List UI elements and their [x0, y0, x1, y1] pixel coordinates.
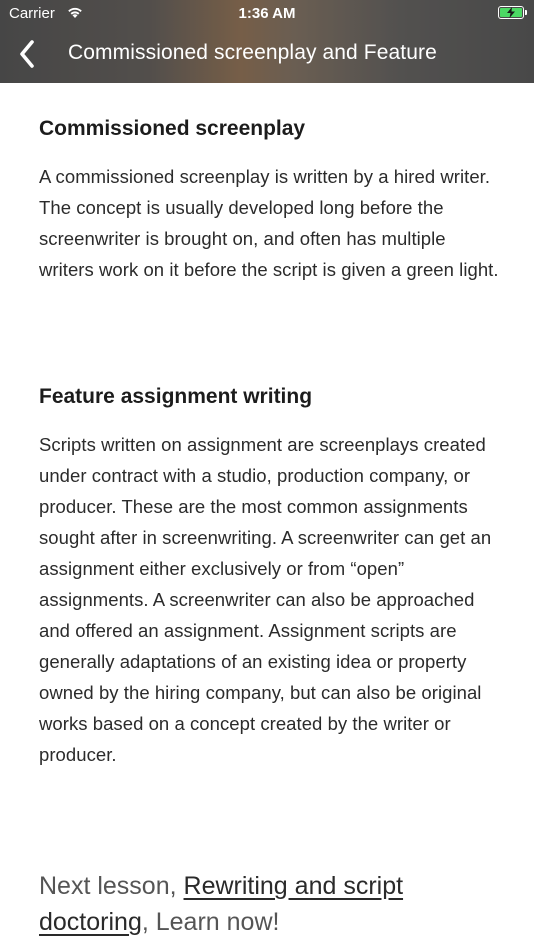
- section-heading: Commissioned screenplay: [39, 117, 306, 140]
- battery-icon: [498, 6, 527, 19]
- status-bar: Carrier 1:36 AM: [0, 0, 534, 28]
- header-bar: Carrier 1:36 AM Commissioned screenplay …: [0, 0, 534, 83]
- charging-bolt-icon: [507, 7, 515, 18]
- status-time: 1:36 AM: [238, 5, 296, 22]
- page-title: Commissioned screenplay and Feature: [68, 41, 437, 64]
- chevron-left-icon: [20, 40, 34, 68]
- section-body: Scripts written on assignment are screen…: [39, 434, 492, 765]
- next-lesson-prefix: Next lesson,: [39, 872, 184, 900]
- next-lesson-prompt: Next lesson, Rewriting and script doctor…: [39, 868, 509, 940]
- section-heading: Feature assignment writing: [39, 385, 313, 408]
- back-button[interactable]: [10, 36, 44, 72]
- next-lesson-suffix: , Learn now!: [141, 908, 280, 936]
- section-body: A commissioned screenplay is written by …: [39, 166, 499, 280]
- navigation-bar: Commissioned screenplay and Feature: [0, 28, 534, 83]
